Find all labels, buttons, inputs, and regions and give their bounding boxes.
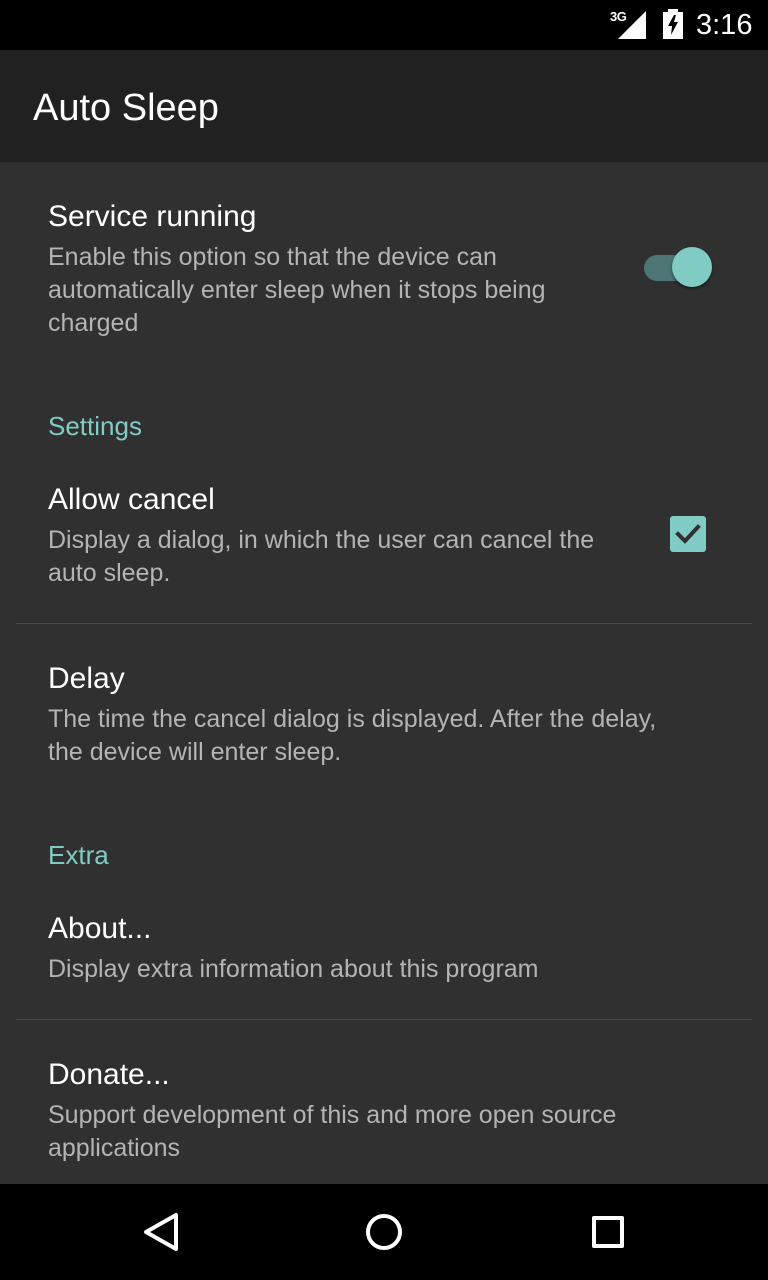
recents-button[interactable] [548, 1184, 668, 1280]
signal-icon: 3G [610, 9, 650, 40]
home-icon [366, 1214, 402, 1250]
pref-title-delay: Delay [48, 662, 125, 695]
battery-charging-icon [663, 9, 683, 39]
switch-thumb [672, 247, 712, 287]
pref-title-about: About... [48, 912, 152, 945]
divider [16, 1019, 752, 1020]
pref-summary-donate: Support development of this and more ope… [48, 1101, 617, 1162]
service-running-switch[interactable] [643, 246, 715, 290]
category-extra: Extra [48, 840, 109, 870]
app-title: Auto Sleep [33, 87, 219, 129]
navigation-bar [0, 1184, 768, 1280]
checkmark-icon [675, 524, 701, 544]
home-button[interactable] [324, 1184, 444, 1280]
status-bar: 3G 3:16 [0, 0, 768, 50]
status-clock: 3:16 [696, 9, 753, 41]
pref-summary-allow-cancel: Display a dialog, in which the user can … [48, 526, 595, 587]
pref-summary-delay: The time the cancel dialog is displayed.… [48, 705, 657, 766]
category-settings: Settings [48, 411, 142, 441]
pref-title-allow-cancel: Allow cancel [48, 483, 215, 516]
pref-summary-service-running: Enable this option so that the device ca… [48, 243, 546, 337]
pref-title-service-running: Service running [48, 200, 257, 233]
screen: 3G 3:16 Auto Sleep Service running Enabl… [0, 0, 768, 1280]
back-icon [144, 1213, 178, 1251]
allow-cancel-checkbox[interactable] [670, 516, 706, 552]
back-button[interactable] [100, 1184, 220, 1280]
pref-summary-about: Display extra information about this pro… [48, 955, 539, 983]
pref-title-donate: Donate... [48, 1058, 170, 1091]
divider [16, 623, 752, 624]
recents-icon [592, 1216, 624, 1248]
